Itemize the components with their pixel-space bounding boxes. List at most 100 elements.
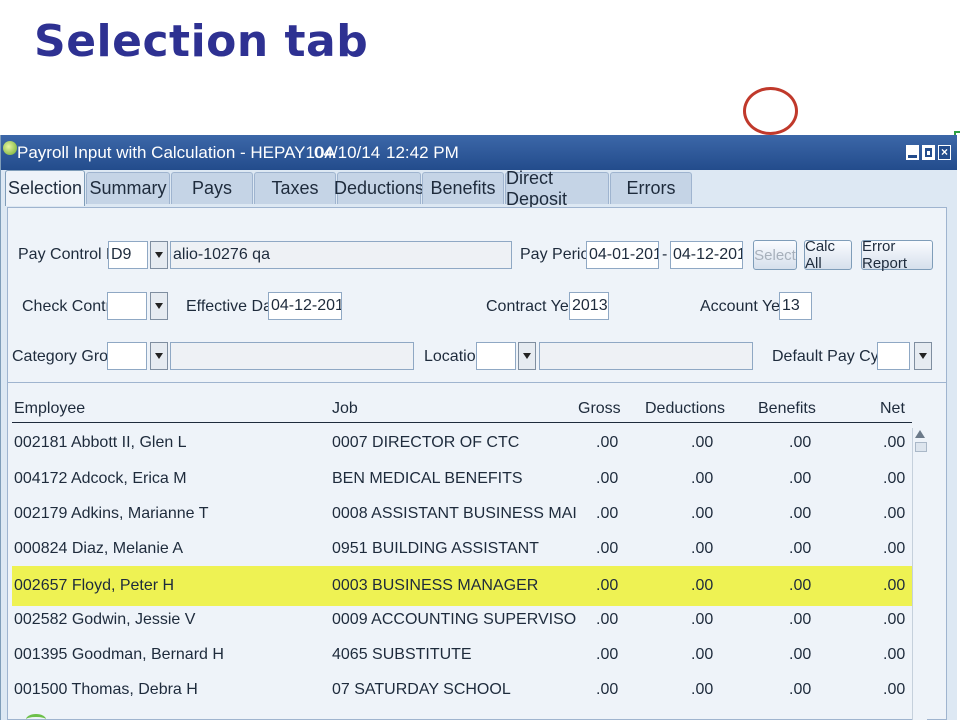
tab-selection[interactable]: Selection [5, 170, 85, 206]
cell-employee: 002181 Abbott II, Glen L [14, 434, 187, 451]
cell-job: 07 SATURDAY SCHOOL [332, 681, 511, 698]
cell-employee: 002582 Godwin, Jessie V [14, 611, 196, 628]
pay-period-separator: - [662, 246, 668, 263]
cell-net: .00 [883, 611, 906, 628]
cell-gross: .00 [596, 611, 619, 628]
tab-benefits[interactable]: Benefits [422, 172, 504, 204]
location-field[interactable] [476, 342, 516, 370]
cell-gross: .00 [596, 577, 619, 594]
cell-job: 0009 ACCOUNTING SUPERVISO [332, 611, 577, 628]
column-header-job[interactable]: Job [332, 400, 358, 418]
cell-employee: 001500 Thomas, Debra H [14, 681, 198, 698]
table-row[interactable]: 002179 Adkins, Marianne T 0008 ASSISTANT… [12, 497, 916, 531]
scroll-thumb[interactable] [915, 442, 927, 452]
contract-year-field[interactable]: 2013 [569, 292, 609, 320]
title-bar[interactable]: Payroll Input with Calculation - HEPAY10… [1, 135, 957, 170]
cell-gross: .00 [596, 540, 619, 557]
column-header-gross[interactable]: Gross [578, 400, 621, 418]
cell-net: .00 [883, 505, 906, 522]
category-group-field[interactable] [107, 342, 147, 370]
cell-benefits: .00 [789, 505, 812, 522]
pay-period-to-field[interactable]: 04-12-2013 [670, 241, 743, 269]
check-control-field[interactable] [107, 292, 147, 320]
table-row-selected[interactable]: 002657 Floyd, Peter H 0003 BUSINESS MANA… [12, 566, 916, 606]
form-separator [8, 382, 946, 383]
cell-job: 0007 DIRECTOR OF CTC [332, 434, 520, 451]
tab-direct-deposit[interactable]: Direct Deposit [505, 168, 609, 209]
cell-benefits: .00 [789, 470, 812, 487]
tab-taxes[interactable]: Taxes [254, 172, 336, 204]
cell-deductions: .00 [691, 505, 714, 522]
window-controls: × [906, 145, 951, 160]
location-description [539, 342, 753, 370]
cell-gross: .00 [596, 681, 619, 698]
cell-benefits: .00 [789, 577, 812, 594]
payroll-window: Payroll Input with Calculation - HEPAY10… [0, 135, 957, 720]
maximize-icon[interactable] [922, 145, 935, 160]
table-row[interactable]: 004172 Adcock, Erica M BEN MEDICAL BENEF… [12, 462, 916, 496]
scroll-up-icon[interactable] [915, 430, 925, 438]
table-row[interactable]: 002582 Godwin, Jessie V 0009 ACCOUNTING … [12, 603, 916, 637]
cell-deductions: .00 [691, 470, 714, 487]
table-row[interactable]: 000824 Diaz, Melanie A 0951 BUILDING ASS… [12, 532, 916, 566]
cell-gross: .00 [596, 646, 619, 663]
tab-summary[interactable]: Summary [86, 172, 170, 204]
tab-bar: Selection Summary Pays Taxes Deductions … [1, 168, 957, 209]
window-title: Payroll Input with Calculation - HEPAY10… [17, 143, 336, 162]
select-highlight-ring [743, 87, 798, 135]
cell-deductions: .00 [691, 434, 714, 451]
pay-period-from-field[interactable]: 04-01-2013 [586, 241, 659, 269]
account-year-field[interactable]: 13 [779, 292, 812, 320]
table-row[interactable]: 001395 Goodman, Bernard H 4065 SUBSTITUT… [12, 638, 916, 672]
cell-gross: .00 [596, 434, 619, 451]
calc-all-button[interactable]: Calc All [804, 238, 852, 272]
cell-net: .00 [883, 577, 906, 594]
cell-net: .00 [883, 540, 906, 557]
cell-net: .00 [883, 470, 906, 487]
tab-pays[interactable]: Pays [171, 172, 253, 204]
cell-benefits: .00 [789, 681, 812, 698]
default-pay-cycle-field[interactable] [877, 342, 910, 370]
employee-grid: Employee Job Gross Deductions Benefits N… [8, 400, 946, 720]
app-icon [3, 141, 17, 155]
column-header-net[interactable]: Net [880, 400, 905, 418]
tab-errors[interactable]: Errors [610, 172, 692, 204]
cell-employee: 002179 Adkins, Marianne T [14, 505, 209, 522]
cell-employee: 004172 Adcock, Erica M [14, 470, 187, 487]
cell-benefits: .00 [789, 611, 812, 628]
cell-net: .00 [883, 681, 906, 698]
window-date: 04/10/14 [314, 143, 381, 162]
grid-scrollbar[interactable] [912, 428, 927, 720]
location-dropdown-icon[interactable] [518, 342, 536, 370]
default-pay-cycle-dropdown-icon[interactable] [914, 342, 932, 370]
pay-control-description: alio-10276 qa [170, 241, 512, 269]
cell-employee: 002657 Floyd, Peter H [14, 577, 175, 594]
check-control-dropdown-icon[interactable] [150, 292, 168, 320]
cell-benefits: .00 [789, 646, 812, 663]
cell-employee: 000824 Diaz, Melanie A [14, 540, 183, 557]
column-header-employee[interactable]: Employee [14, 400, 85, 418]
tab-deductions[interactable]: Deductions [334, 172, 424, 204]
cell-job: 0003 BUSINESS MANAGER [332, 577, 539, 594]
column-header-deductions[interactable]: Deductions [645, 400, 725, 418]
effective-date-field[interactable]: 04-12-2013 [268, 292, 342, 320]
pay-control-no-field[interactable]: D9 [108, 241, 148, 269]
cell-net: .00 [883, 646, 906, 663]
table-row[interactable]: 002181 Abbott II, Glen L 0007 DIRECTOR O… [12, 426, 916, 460]
close-icon[interactable]: × [938, 145, 951, 160]
cell-benefits: .00 [789, 540, 812, 557]
error-report-button[interactable]: Error Report [861, 238, 933, 272]
window-time: 12:42 PM [386, 143, 459, 162]
category-group-dropdown-icon[interactable] [150, 342, 168, 370]
minimize-icon[interactable] [906, 145, 919, 160]
cell-job: 0008 ASSISTANT BUSINESS MAI [332, 505, 577, 522]
category-group-description [170, 342, 414, 370]
cell-benefits: .00 [789, 434, 812, 451]
select-button[interactable]: Select [753, 240, 797, 270]
cell-job: 0951 BUILDING ASSISTANT [332, 540, 539, 557]
column-header-benefits[interactable]: Benefits [758, 400, 816, 418]
cell-job: BEN MEDICAL BENEFITS [332, 470, 523, 487]
cell-gross: .00 [596, 505, 619, 522]
pay-control-dropdown-icon[interactable] [150, 241, 168, 269]
table-row[interactable]: 001500 Thomas, Debra H 07 SATURDAY SCHOO… [12, 673, 916, 707]
